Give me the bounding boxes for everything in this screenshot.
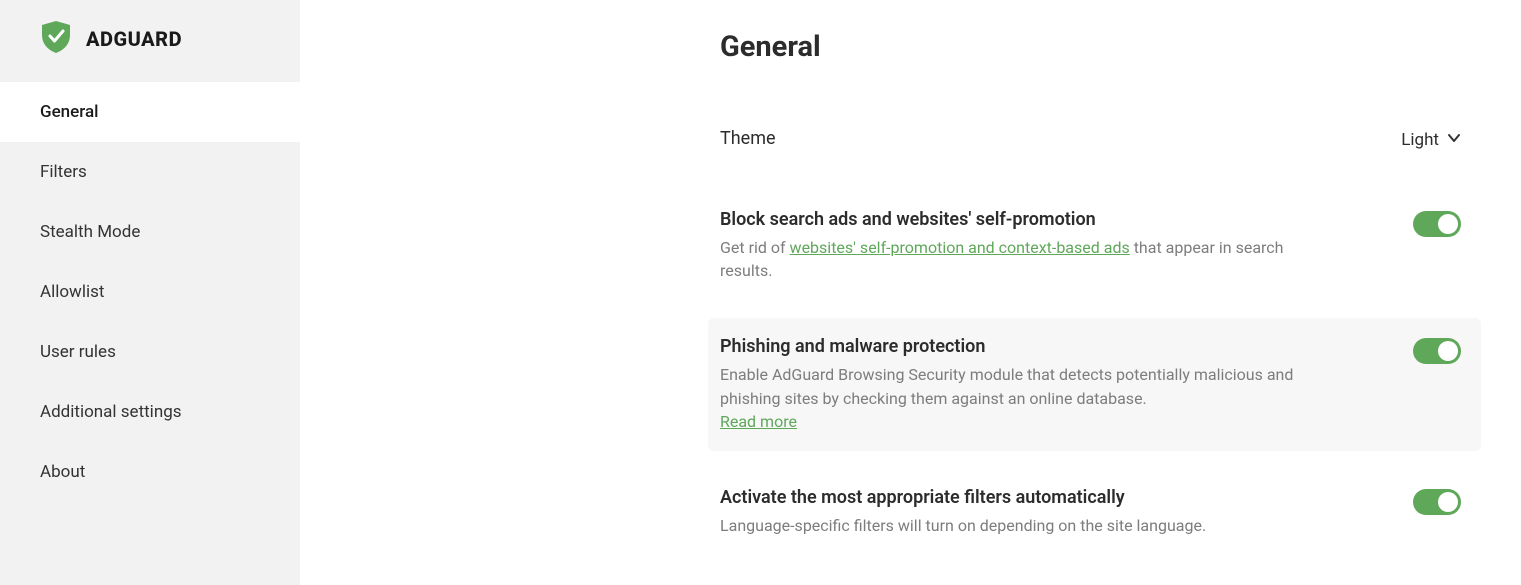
sidebar-item-filters[interactable]: Filters xyxy=(0,142,300,202)
auto-filters-desc: Language-specific filters will turn on d… xyxy=(720,514,1206,537)
sidebar-item-label: User rules xyxy=(40,342,116,362)
sidebar-item-about[interactable]: About xyxy=(0,442,300,502)
theme-label: Theme xyxy=(720,128,776,149)
page-title: General xyxy=(720,30,1481,64)
theme-select[interactable]: Light xyxy=(1401,128,1461,150)
content: General Theme Light Block search ads and… xyxy=(300,0,1521,585)
block-ads-toggle[interactable] xyxy=(1413,211,1461,237)
setting-phishing: Phishing and malware protection Enable A… xyxy=(708,318,1481,451)
sidebar-item-label: Allowlist xyxy=(40,282,104,302)
phishing-title: Phishing and malware protection xyxy=(720,336,1320,357)
theme-value: Light xyxy=(1401,130,1439,150)
sidebar-item-stealth-mode[interactable]: Stealth Mode xyxy=(0,202,300,262)
shield-icon xyxy=(40,20,72,58)
block-ads-link[interactable]: websites' self-promotion and context-bas… xyxy=(790,238,1130,257)
setting-theme: Theme Light xyxy=(720,110,1481,173)
sidebar-item-allowlist[interactable]: Allowlist xyxy=(0,262,300,322)
sidebar-item-additional-settings[interactable]: Additional settings xyxy=(0,382,300,442)
brand-name: ADGUARD xyxy=(86,27,182,51)
sidebar: ADGUARD General Filters Stealth Mode All… xyxy=(0,0,300,585)
setting-auto-filters: Activate the most appropriate filters au… xyxy=(720,469,1481,555)
sidebar-item-label: Additional settings xyxy=(40,402,182,422)
chevron-down-icon xyxy=(1447,130,1461,150)
setting-block-search-ads: Block search ads and websites' self-prom… xyxy=(720,191,1481,300)
block-ads-desc: Get rid of websites' self-promotion and … xyxy=(720,236,1320,282)
sidebar-item-label: About xyxy=(40,462,85,482)
sidebar-item-user-rules[interactable]: User rules xyxy=(0,322,300,382)
sidebar-item-general[interactable]: General xyxy=(0,82,300,142)
auto-filters-title: Activate the most appropriate filters au… xyxy=(720,487,1206,508)
phishing-read-more-link[interactable]: Read more xyxy=(720,412,797,431)
nav: General Filters Stealth Mode Allowlist U… xyxy=(0,82,300,502)
sidebar-item-label: Filters xyxy=(40,162,87,182)
sidebar-item-label: Stealth Mode xyxy=(40,222,140,242)
sidebar-item-label: General xyxy=(40,102,98,122)
setting-auto-update: Auto-update filters For more effective b… xyxy=(720,573,1481,585)
phishing-toggle[interactable] xyxy=(1413,338,1461,364)
block-ads-title: Block search ads and websites' self-prom… xyxy=(720,209,1320,230)
brand: ADGUARD xyxy=(0,0,300,82)
phishing-desc: Enable AdGuard Browsing Security module … xyxy=(720,363,1320,433)
auto-filters-toggle[interactable] xyxy=(1413,489,1461,515)
